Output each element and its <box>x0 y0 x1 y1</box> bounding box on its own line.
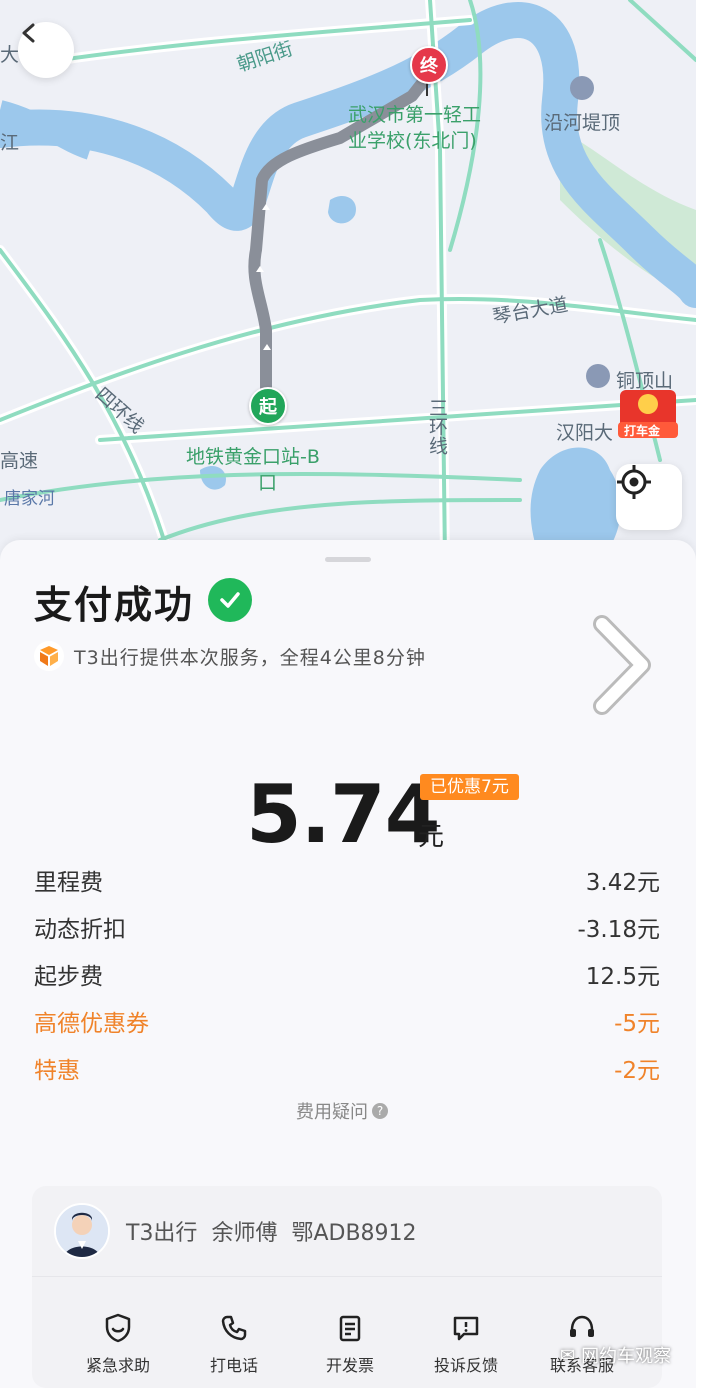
driver-info-row[interactable]: T3出行 余师傅 鄂ADB8912 <box>54 1203 417 1259</box>
fee-label: 动态折扣 <box>34 917 126 943</box>
sheet-drag-handle[interactable] <box>325 557 371 562</box>
fee-label: 高德优惠券 <box>34 1011 149 1037</box>
wechat-icon: ✉ <box>560 1344 576 1366</box>
map-label-destination-line1: 武汉市第一轻工 <box>348 104 482 126</box>
amount-unit: 元 <box>418 822 445 852</box>
driver-company: T3出行 <box>126 1221 198 1246</box>
headset-icon <box>570 1315 594 1337</box>
fee-row-amap-coupon: 高德优惠券 -5元 <box>34 1005 660 1037</box>
fee-label: 起步费 <box>34 964 103 990</box>
details-chevron-button[interactable] <box>588 610 656 720</box>
action-bar: 紧急求助 打电话 开发票 投诉反馈 联系客服 <box>60 1312 640 1376</box>
fee-row-special-offer: 特惠 -2元 <box>34 1052 660 1084</box>
fee-row-dynamic-discount: 动态折扣 -3.18元 <box>34 911 660 943</box>
fee-row-base-fare: 起步费 12.5元 <box>34 958 660 990</box>
phone-icon <box>221 1315 247 1341</box>
map-label-destination-line2: 业学校(东北门) <box>348 130 477 152</box>
emergency-help-button[interactable]: 紧急求助 <box>60 1312 176 1376</box>
map-label-start-line2: 口 <box>258 472 278 494</box>
invoice-button[interactable]: 开发票 <box>292 1312 408 1376</box>
right-edge-strip <box>696 0 712 1388</box>
action-label: 紧急求助 <box>85 1356 150 1375</box>
action-label: 开发票 <box>325 1356 374 1375</box>
fee-label: 里程费 <box>34 870 103 896</box>
destination-pin[interactable]: 终 <box>410 46 448 84</box>
service-description: T3出行提供本次服务，全程4公里8分钟 <box>74 646 426 669</box>
service-info-row: T3出行提供本次服务，全程4公里8分钟 <box>34 640 426 672</box>
discount-badge: 已优惠7元 <box>420 774 519 800</box>
map-canvas <box>0 0 696 560</box>
start-pin[interactable]: 起 <box>249 387 287 425</box>
action-label: 打电话 <box>209 1356 258 1375</box>
chevron-left-icon <box>22 23 35 43</box>
fee-value: 3.42元 <box>585 870 660 896</box>
payment-success-title: 支付成功 <box>34 583 195 627</box>
complaint-feedback-button[interactable]: 投诉反馈 <box>408 1312 524 1376</box>
chevron-right-icon <box>593 615 651 715</box>
driver-avatar <box>54 1203 110 1259</box>
locate-button[interactable] <box>616 464 682 530</box>
paid-amount: 5.74 <box>246 768 440 861</box>
fee-value: 12.5元 <box>585 964 660 990</box>
fee-label: 特惠 <box>34 1058 80 1084</box>
red-packet-label: 打车金 <box>624 424 661 438</box>
invoice-icon <box>339 1315 361 1342</box>
fee-question-link[interactable]: 费用疑问 ? <box>296 1098 388 1124</box>
map-label-sanhuanxian: 三环线 <box>426 398 448 455</box>
t3-logo-icon <box>34 641 64 671</box>
locate-icon <box>617 465 651 499</box>
shield-icon <box>105 1313 131 1343</box>
fee-value: -5元 <box>614 1011 660 1037</box>
watermark-text: 网约车观察 <box>581 1346 672 1367</box>
watermark: ✉ 网约车观察 <box>560 1342 671 1368</box>
map-label-jiang: 江 <box>0 132 20 154</box>
map-label-gaosu: 高速 <box>0 450 39 472</box>
back-button[interactable] <box>18 22 74 78</box>
driver-card-divider <box>32 1276 662 1277</box>
driver-name: 余师傅 <box>211 1221 278 1246</box>
question-icon: ? <box>372 1103 388 1119</box>
fee-value: -3.18元 <box>577 917 660 943</box>
fee-row-mileage: 里程费 3.42元 <box>34 864 660 896</box>
red-packet-button[interactable]: 打车金 <box>614 382 682 442</box>
action-label: 投诉反馈 <box>433 1356 498 1375</box>
map-label-tangjiahe: 唐家河 <box>4 489 55 509</box>
fee-value: -2元 <box>614 1058 660 1084</box>
map-label-yanhe-diding: 沿河堤顶 <box>544 112 621 134</box>
map-label-da: 大 <box>0 44 20 66</box>
fee-question-label: 费用疑问 <box>296 1102 368 1123</box>
call-button[interactable]: 打电话 <box>176 1312 292 1376</box>
map-label-start-line1: 地铁黄金口站-B <box>186 446 320 468</box>
map-view[interactable]: 大 朝阳街 江 武汉市第一轻工 业学校(东北门) 沿河堤顶 琴台大道 铜顶山 汉… <box>0 0 696 560</box>
map-label-hanyang: 汉阳大 <box>556 422 614 444</box>
success-check-icon <box>208 578 252 622</box>
feedback-icon <box>453 1316 479 1341</box>
license-plate: 鄂ADB8912 <box>291 1221 417 1246</box>
